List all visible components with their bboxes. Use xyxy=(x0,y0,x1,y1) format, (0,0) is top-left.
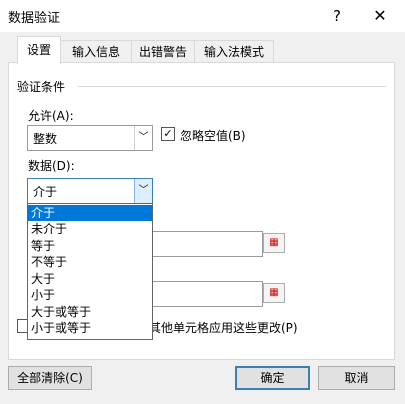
data-dropdown-list: 介于 未介于 等于 不等于 大于 小于 大于或等于 小于或等于 xyxy=(27,203,153,340)
dropdown-option[interactable]: 大于 xyxy=(28,271,152,287)
dropdown-option[interactable]: 大于或等于 xyxy=(28,304,152,320)
range-select-icon[interactable]: ▦ xyxy=(263,283,285,303)
tab-settings[interactable]: 设置 xyxy=(17,36,61,64)
dropdown-option[interactable]: 介于 xyxy=(28,205,152,221)
ok-button[interactable]: 确定 xyxy=(235,366,310,390)
dropdown-option[interactable]: 等于 xyxy=(28,238,152,254)
window-title: 数据验证 xyxy=(8,11,61,26)
chevron-down-icon[interactable]: ﹀ xyxy=(134,179,152,203)
ignore-blank-label: 忽略空值(B) xyxy=(180,129,246,143)
data-select[interactable]: 介于 ﹀ xyxy=(27,178,153,204)
cancel-button[interactable]: 取消 xyxy=(318,366,395,390)
dropdown-option[interactable]: 小于或等于 xyxy=(28,320,152,336)
range-select-icon[interactable]: ▦ xyxy=(263,233,285,253)
data-label: 数据(D): xyxy=(28,159,75,173)
apply-all-label: 其他单元格应用这些更改(P) xyxy=(149,321,298,335)
dropdown-option[interactable]: 小于 xyxy=(28,287,152,303)
chevron-down-icon[interactable]: ﹀ xyxy=(134,126,152,150)
data-value: 介于 xyxy=(33,185,58,199)
allow-value: 整数 xyxy=(33,132,58,146)
allow-label: 允许(A): xyxy=(28,109,74,123)
dropdown-option[interactable]: 未介于 xyxy=(28,221,152,237)
help-icon[interactable]: ? xyxy=(327,6,347,26)
clear-all-button[interactable]: 全部清除(C) xyxy=(8,366,92,390)
allow-select[interactable]: 整数 ﹀ xyxy=(27,125,153,151)
ignore-blank-checkbox[interactable]: ✓ xyxy=(161,127,175,141)
tab-ime-mode[interactable]: 输入法模式 xyxy=(194,40,274,63)
section-title: 验证条件 xyxy=(17,80,66,94)
tab-error-alert[interactable]: 出错警告 xyxy=(131,40,195,63)
tab-input-message[interactable]: 输入信息 xyxy=(60,40,132,63)
dropdown-option[interactable]: 不等于 xyxy=(28,254,152,270)
section-divider xyxy=(78,86,386,87)
close-icon[interactable]: ✕ xyxy=(369,5,391,27)
